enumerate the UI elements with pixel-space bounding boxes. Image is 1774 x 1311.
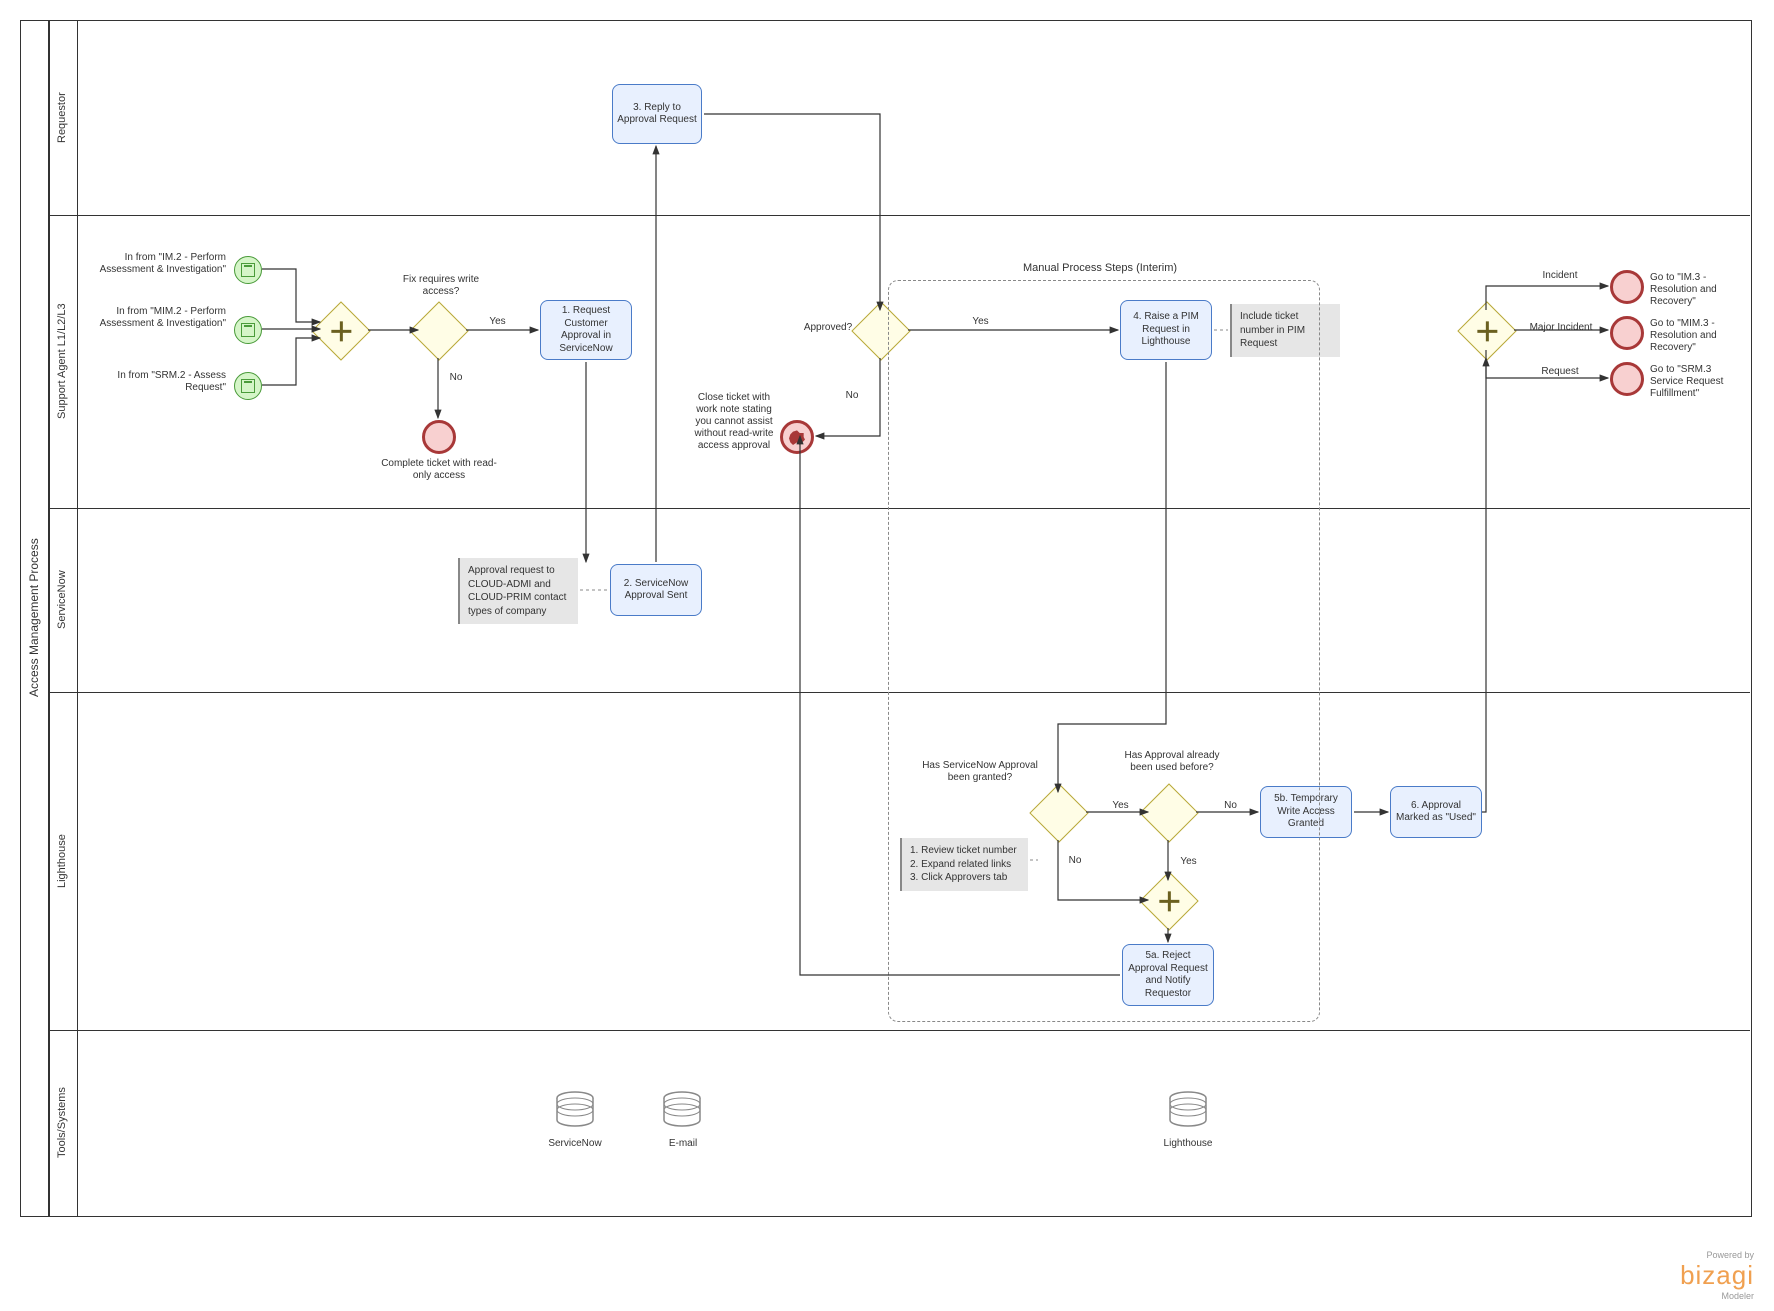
task-label: 6. Approval Marked as "Used"	[1395, 800, 1477, 825]
lane-title-lighthouse: Lighthouse	[48, 692, 76, 1030]
end-label-close: Close ticket with work note stating you …	[692, 392, 776, 452]
end-event-mim3[interactable]	[1610, 316, 1644, 350]
pool-border	[20, 20, 1752, 1217]
pool-title: Access Management Process	[20, 20, 48, 1215]
flow-label-no: No	[446, 372, 466, 384]
task-label: 3. Reply to Approval Request	[617, 102, 697, 127]
lane-title-servicenow: ServiceNow	[48, 508, 76, 692]
footer-brand: bizagi	[1680, 1260, 1754, 1291]
flow-label-request: Request	[1530, 366, 1590, 378]
start-label-srm2: In from "SRM.2 - Assess Request"	[98, 370, 226, 394]
flow-label-major: Major Incident	[1516, 322, 1606, 334]
end-label-im3: Go to "IM.3 - Resolution and Recovery"	[1650, 272, 1745, 308]
datastore-servicenow	[555, 1090, 595, 1130]
datastore-label-lighthouse: Lighthouse	[1152, 1138, 1224, 1150]
task-label: 2. ServiceNow Approval Sent	[615, 578, 697, 603]
datastore-label-email: E-mail	[648, 1138, 718, 1150]
end-label-mim3: Go to "MIM.3 - Resolution and Recovery"	[1650, 318, 1745, 354]
end-event-complete[interactable]	[422, 420, 456, 454]
start-label-mim2: In from "MIM.2 - Perform Assessment & In…	[98, 306, 226, 330]
start-event-im2[interactable]	[234, 256, 262, 284]
task-request-approval[interactable]: 1. Request Customer Approval in ServiceN…	[540, 300, 632, 360]
gateway-label-fix: Fix requires write access?	[396, 274, 486, 298]
lane-title-requestor: Requestor	[48, 20, 76, 215]
flow-label-incident: Incident	[1530, 270, 1590, 282]
lane-divider	[48, 1030, 1750, 1031]
flow-label-approved-no: No	[842, 390, 862, 402]
lane-divider	[48, 215, 1750, 216]
annotation-approval-req: Approval request to CLOUD-ADMI and CLOUD…	[458, 558, 578, 624]
end-event-im3[interactable]	[1610, 270, 1644, 304]
group-label: Manual Process Steps (Interim)	[970, 262, 1230, 274]
task-reply-approval[interactable]: 3. Reply to Approval Request	[612, 84, 702, 144]
footer-sub: Modeler	[1680, 1291, 1754, 1301]
diagram-canvas: Access Management Process Requestor Supp…	[0, 0, 1774, 1311]
end-event-srm3[interactable]	[1610, 362, 1644, 396]
datastore-lighthouse	[1168, 1090, 1208, 1130]
cancel-event-close[interactable]	[780, 420, 814, 454]
datastore-label-servicenow: ServiceNow	[540, 1138, 610, 1150]
footer-powered-by: Powered by	[1680, 1250, 1754, 1260]
start-label-im2: In from "IM.2 - Perform Assessment & Inv…	[98, 252, 226, 276]
datastore-email	[662, 1090, 702, 1130]
end-label-srm3: Go to "SRM.3 Service Request Fulfillment…	[1650, 364, 1745, 400]
task-label: 1. Request Customer Approval in ServiceN…	[545, 305, 627, 355]
task-approval-sent[interactable]: 2. ServiceNow Approval Sent	[610, 564, 702, 616]
task-approval-used[interactable]: 6. Approval Marked as "Used"	[1390, 786, 1482, 838]
annotation-text: Approval request to CLOUD-ADMI and CLOUD…	[468, 565, 566, 617]
start-event-srm2[interactable]	[234, 372, 262, 400]
group-manual-steps	[888, 280, 1320, 1022]
flow-label-yes: Yes	[485, 316, 510, 328]
start-event-mim2[interactable]	[234, 316, 262, 344]
lane-title-tools: Tools/Systems	[48, 1030, 76, 1215]
footer: Powered by bizagi Modeler	[1680, 1250, 1754, 1301]
end-label-complete: Complete ticket with read-only access	[380, 458, 498, 482]
gateway-label-approved: Approved?	[798, 322, 858, 334]
lane-title-support: Support Agent L1/L2/L3	[48, 215, 76, 508]
